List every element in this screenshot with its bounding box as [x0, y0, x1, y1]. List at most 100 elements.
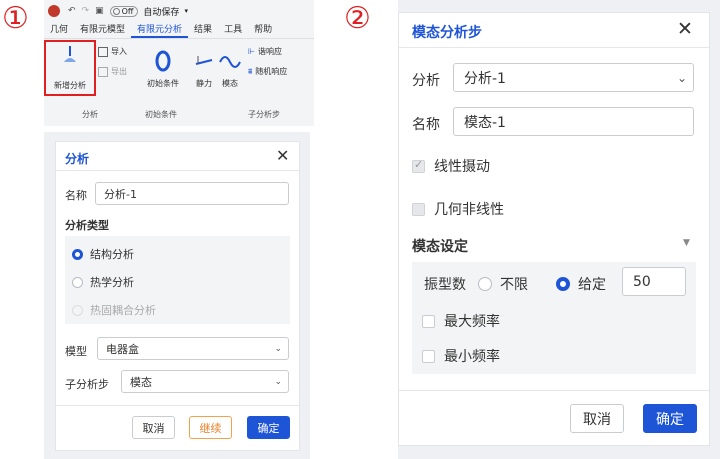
name-label: 名称	[65, 189, 87, 202]
collapse-icon[interactable]: ▼	[683, 238, 690, 248]
step-name-input[interactable]: 模态-1	[453, 107, 694, 136]
new-analysis-button[interactable]: 新增分析	[46, 44, 94, 91]
cancel-button[interactable]: 取消	[570, 404, 624, 433]
modal-settings-heading: 模态设定	[412, 239, 468, 255]
random-response-button[interactable]: ⩩ 随机响应	[248, 66, 287, 77]
ribbon-tabs: 几何 有限元模型 有限元分析 结果 工具 帮助	[44, 22, 314, 38]
import-icon	[98, 46, 108, 57]
initial-conditions-button[interactable]: 初始条件	[142, 50, 184, 89]
mode-count-input[interactable]: 50	[622, 267, 686, 296]
tab-help[interactable]: 帮助	[248, 22, 278, 38]
name-input[interactable]: 分析-1	[95, 182, 289, 205]
chevron-down-icon: ⌄	[274, 376, 282, 387]
chevron-down-icon: ⌄	[274, 343, 282, 354]
mode-given-option[interactable]: 给定	[556, 274, 606, 294]
title-divider	[399, 47, 709, 48]
modal-icon	[219, 56, 241, 68]
linear-perturbation-option: ✓ 线性摄动	[412, 156, 490, 176]
linear-perturbation-checkbox: ✓	[412, 157, 425, 173]
ribbon-divider	[44, 38, 314, 39]
substep-select-value: 模态	[130, 375, 152, 389]
model-label: 模型	[65, 345, 87, 358]
autosave-toggle[interactable]: Off	[109, 5, 139, 17]
title-divider	[56, 170, 299, 171]
given-label: 给定	[578, 277, 606, 293]
step-two-marker: ②	[344, 1, 371, 36]
autosave-label: 自动保存	[143, 7, 180, 18]
analysis-select[interactable]: 分析-1 ⌄	[453, 63, 694, 92]
footer-divider	[399, 390, 709, 391]
import-button[interactable]: 导入	[98, 46, 127, 57]
toggle-state-label: Off	[121, 6, 134, 16]
analysis-dialog-title: 分析	[65, 152, 90, 166]
geometric-nonlinearity-checkbox	[412, 202, 425, 216]
tab-fe-model[interactable]: 有限元模型	[74, 22, 131, 38]
linear-perturbation-label: 线性摄动	[434, 159, 490, 175]
save-icon[interactable]: ▣	[95, 6, 104, 16]
close-icon[interactable]: ✕	[677, 18, 693, 40]
geometric-nonlinearity-option: 几何非线性	[412, 199, 504, 219]
type-option-thermal[interactable]: 热学分析	[72, 274, 134, 290]
radio-structural[interactable]	[72, 248, 83, 260]
tab-results[interactable]: 结果	[188, 22, 218, 38]
modal-dialog-title: 模态分析步	[412, 25, 482, 41]
type-thermal-label: 热学分析	[90, 276, 134, 289]
min-frequency-checkbox[interactable]	[422, 349, 435, 363]
step-name-label: 名称	[412, 117, 440, 133]
export-icon	[98, 66, 108, 77]
harmonic-response-button[interactable]: ⊩ 谐响应	[248, 46, 282, 57]
harmonic-response-label: 谐响应	[257, 47, 282, 56]
initial-conditions-icon	[155, 50, 171, 72]
toggle-knob-icon	[112, 7, 120, 15]
analysis-type-heading: 分析类型	[65, 219, 109, 232]
modal-button[interactable]: 模态	[218, 50, 242, 89]
substep-label: 子分析步	[65, 378, 109, 391]
mode-unlimited-option[interactable]: 不限	[478, 274, 528, 294]
new-analysis-icon	[64, 46, 76, 62]
initial-conditions-label: 初始条件	[147, 79, 179, 88]
undo-icon[interactable]: ↶	[68, 6, 76, 16]
type-option-structural[interactable]: 结构分析	[72, 246, 134, 262]
model-select-value: 电器盒	[106, 342, 139, 356]
step-one-marker: ①	[2, 1, 29, 36]
redo-icon[interactable]: ↷	[82, 6, 90, 16]
substep-select[interactable]: 模态 ⌄	[121, 370, 289, 393]
random-response-label: 随机响应	[255, 67, 288, 76]
statics-icon	[195, 56, 213, 65]
export-button[interactable]: 导出	[98, 66, 127, 77]
continue-button[interactable]: 继续	[189, 416, 232, 439]
confirm-button[interactable]: 确定	[247, 416, 290, 439]
modal-label: 模态	[222, 79, 238, 88]
max-frequency-label: 最大频率	[444, 314, 500, 330]
export-label: 导出	[111, 67, 127, 76]
min-frequency-label: 最小频率	[444, 349, 500, 365]
radio-given[interactable]	[556, 277, 570, 291]
dropdown-icon[interactable]: ▾	[184, 7, 188, 15]
type-option-coupled: 热固耦合分析	[72, 302, 156, 318]
tab-geometry[interactable]: 几何	[44, 22, 74, 38]
model-select[interactable]: 电器盒 ⌄	[97, 337, 289, 360]
tab-fe-analysis[interactable]: 有限元分析	[131, 22, 189, 38]
mode-count-label: 振型数	[424, 277, 466, 293]
cancel-button[interactable]: 取消	[132, 416, 175, 439]
radio-unlimited[interactable]	[478, 277, 492, 291]
close-icon[interactable]: ✕	[276, 146, 289, 165]
analysis-label: 分析	[412, 73, 440, 89]
checkmark-icon: ✓	[414, 157, 424, 171]
statics-button[interactable]: 静力	[192, 50, 216, 89]
confirm-button[interactable]: 确定	[643, 404, 697, 433]
chevron-down-icon: ⌄	[676, 70, 687, 85]
statics-label: 静力	[196, 79, 212, 88]
group-sub-analysis-label: 子分析步	[248, 110, 280, 119]
new-analysis-label: 新增分析	[54, 81, 86, 90]
max-frequency-option[interactable]: 最大频率	[422, 311, 500, 331]
radio-thermal[interactable]	[72, 276, 83, 288]
random-response-icon: ⩩	[248, 66, 253, 76]
max-frequency-checkbox[interactable]	[422, 314, 435, 328]
analysis-select-value: 分析-1	[464, 70, 506, 87]
min-frequency-option[interactable]: 最小频率	[422, 346, 500, 366]
group-analysis-label: 分析	[82, 110, 98, 119]
tab-tools[interactable]: 工具	[218, 22, 248, 38]
unlimited-label: 不限	[500, 277, 528, 293]
type-coupled-label: 热固耦合分析	[90, 304, 156, 317]
